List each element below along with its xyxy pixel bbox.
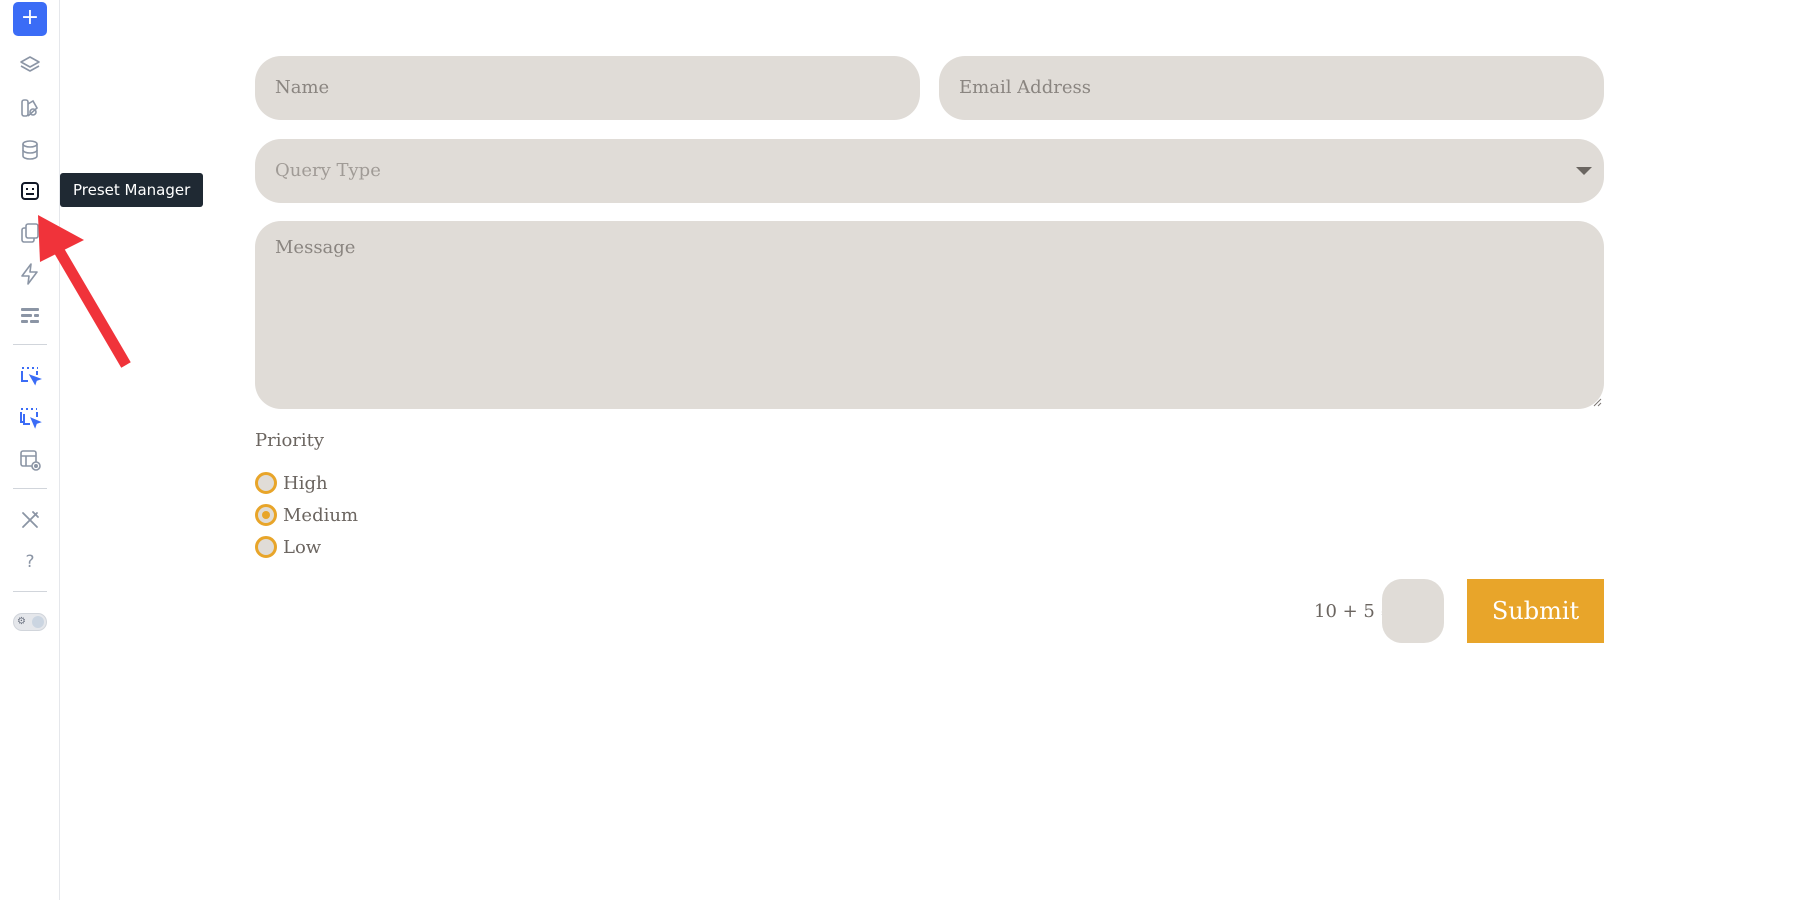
radio-high[interactable] — [255, 472, 277, 494]
message-textarea[interactable]: Message — [255, 221, 1604, 409]
radio-label: Low — [283, 536, 322, 558]
radio-low[interactable] — [255, 536, 277, 558]
sidebar-divider — [13, 591, 47, 592]
captcha-question: 10 + 5 = — [1314, 601, 1391, 622]
chevron-down-icon — [1576, 167, 1592, 175]
submit-button[interactable]: Submit — [1467, 579, 1604, 643]
add-element-button[interactable]: + — [13, 2, 47, 36]
query-type-placeholder: Query Type — [275, 160, 381, 181]
help-icon[interactable]: ? — [16, 548, 44, 576]
priority-label: Priority — [255, 430, 325, 451]
preset-manager-icon[interactable] — [16, 177, 44, 205]
gear-icon: ⚙ — [17, 616, 26, 627]
email-placeholder: Email Address — [959, 77, 1091, 98]
sidebar: + ? ⚙ — [0, 0, 60, 900]
captcha-answer-input[interactable] — [1382, 579, 1444, 643]
annotation-arrow-icon — [38, 215, 131, 368]
captcha-expression: 10 + 5 — [1314, 601, 1375, 622]
database-icon[interactable] — [16, 136, 44, 164]
name-placeholder: Name — [275, 77, 330, 98]
palette-icon[interactable] — [16, 94, 44, 122]
tools-icon[interactable] — [16, 506, 44, 534]
priority-option-medium[interactable]: Medium — [255, 504, 358, 526]
template-preview-icon[interactable] — [16, 446, 44, 474]
layers-icon[interactable] — [16, 52, 44, 80]
toggle-knob — [32, 616, 44, 628]
theme-toggle[interactable]: ⚙ — [13, 613, 47, 631]
message-placeholder: Message — [275, 237, 356, 258]
preset-manager-tooltip: Preset Manager — [60, 173, 204, 207]
email-input[interactable]: Email Address — [939, 56, 1604, 120]
select-multiple-icon[interactable] — [16, 404, 44, 432]
radio-medium[interactable] — [255, 504, 277, 526]
priority-option-high[interactable]: High — [255, 472, 328, 494]
radio-label: High — [283, 472, 328, 494]
sidebar-divider — [13, 488, 47, 489]
name-input[interactable]: Name — [255, 56, 920, 120]
radio-label: Medium — [283, 504, 359, 526]
query-type-select[interactable]: Query Type — [255, 139, 1604, 203]
resize-handle-icon[interactable] — [1592, 397, 1602, 407]
priority-option-low[interactable]: Low — [255, 536, 321, 558]
